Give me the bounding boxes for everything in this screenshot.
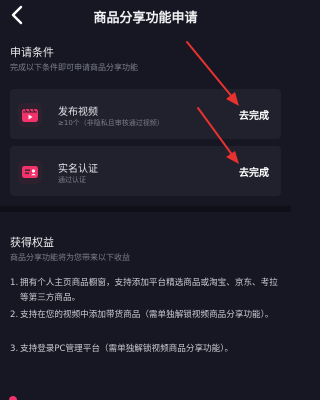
benefit-text: 支持在您的视频中添加带货商品（需单独解锁视频商品分享功能）。 xyxy=(20,310,274,320)
requirement-card-publish-video[interactable]: 发布视频 ≥10个（非隐私且审核通过视频） 去完成 xyxy=(10,89,281,139)
page-title: 商品分享功能申请 xyxy=(93,11,198,26)
requirement-description: 通过认证 xyxy=(58,176,86,184)
section-divider xyxy=(0,206,291,212)
requirements-heading: 申请条件 xyxy=(10,46,54,59)
requirement-card-real-name[interactable]: 实名认证 通过认证 去完成 xyxy=(10,146,281,196)
benefits-subtitle: 商品分享功能将为您带来以下收益 xyxy=(10,253,130,262)
benefit-item: 1. 拥有个人主页商品橱窗，支持添加平台精选商品或淘宝、京东、考拉等第三方商品。 xyxy=(10,276,280,306)
annotation-arrows xyxy=(186,41,239,164)
complete-button[interactable]: 去完成 xyxy=(239,164,269,179)
benefit-number: 1. xyxy=(10,278,19,288)
notice-dot-icon xyxy=(9,396,17,400)
requirement-title: 实名认证 xyxy=(58,164,98,175)
benefit-text: 支持登录PC管理平台（需单独解锁视频商品分享功能）。 xyxy=(20,344,234,354)
requirement-title: 发布视频 xyxy=(58,107,98,118)
requirements-subtitle: 完成以下条件即可申请商品分享功能 xyxy=(10,63,138,72)
benefit-number: 3. xyxy=(10,344,19,354)
requirement-description: ≥10个（非隐私且审核通过视频） xyxy=(58,119,164,127)
benefit-item: 2. 支持在您的视频中添加带货商品（需单独解锁视频商品分享功能）。 xyxy=(10,308,280,323)
benefits-heading: 获得权益 xyxy=(10,236,54,249)
benefit-item: 3. 支持登录PC管理平台（需单独解锁视频商品分享功能）。 xyxy=(10,342,280,357)
top-nav-bar: 商品分享功能申请 xyxy=(0,0,291,34)
complete-button[interactable]: 去完成 xyxy=(239,107,269,122)
video-icon xyxy=(18,103,42,127)
id-card-icon xyxy=(18,160,42,184)
benefit-number: 2. xyxy=(10,310,19,320)
app-page: 商品分享功能申请 申请条件 完成以下条件即可申请商品分享功能 发布视频 ≥10个… xyxy=(0,0,291,400)
benefit-text: 拥有个人主页商品橱窗，支持添加平台精选商品或淘宝、京东、考拉等第三方商品。 xyxy=(20,278,278,303)
